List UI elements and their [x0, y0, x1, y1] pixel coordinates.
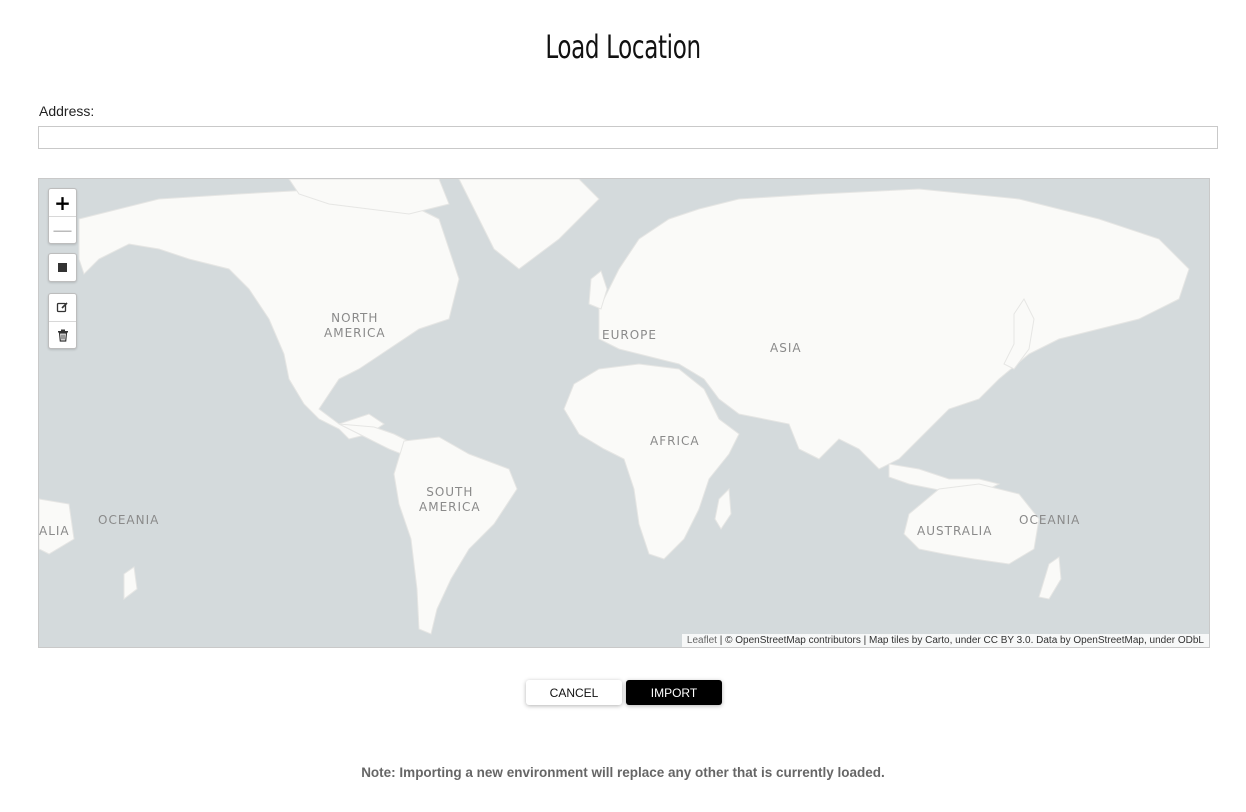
- landmass-new-zealand: [1038, 556, 1062, 600]
- zoom-in-button[interactable]: +: [49, 189, 76, 216]
- draw-rectangle-button[interactable]: [49, 254, 76, 281]
- map-view[interactable]: NORTH AMERICA SOUTH AMERICA EUROPE ASIA …: [38, 178, 1210, 648]
- zoom-out-button[interactable]: —: [49, 216, 76, 243]
- cancel-button[interactable]: CANCEL: [526, 680, 622, 705]
- delete-layers-button[interactable]: [49, 321, 76, 348]
- address-label: Address:: [39, 103, 95, 119]
- map-attribution: Leaflet | © OpenStreetMap contributors |…: [681, 634, 1209, 647]
- dialog-title: Load Location: [545, 28, 701, 66]
- attribution-text: | © OpenStreetMap contributors | Map til…: [716, 635, 1204, 646]
- import-button[interactable]: IMPORT: [626, 680, 722, 705]
- landmass-madagascar: [714, 487, 732, 530]
- draw-control: [48, 253, 77, 282]
- import-note: Note: Importing a new environment will r…: [361, 765, 885, 780]
- edit-control: [48, 293, 77, 349]
- trash-icon: [57, 329, 68, 342]
- landmass-new-zealand-west: [123, 566, 138, 601]
- landmass-australia: [903, 483, 1040, 565]
- landmass-australia-wrap: [39, 498, 75, 555]
- world-basemap[interactable]: [39, 179, 1209, 647]
- edit-layers-button[interactable]: [49, 294, 76, 321]
- landmass-south-america: [393, 436, 518, 635]
- address-input[interactable]: [38, 126, 1218, 149]
- leaflet-link[interactable]: Leaflet: [687, 635, 717, 646]
- landmass-africa: [563, 363, 740, 560]
- zoom-control: + —: [48, 188, 77, 244]
- edit-icon: [56, 302, 68, 313]
- landmass-greenland: [458, 179, 600, 270]
- rectangle-icon: [58, 263, 67, 272]
- landmass-north-america: [78, 188, 460, 440]
